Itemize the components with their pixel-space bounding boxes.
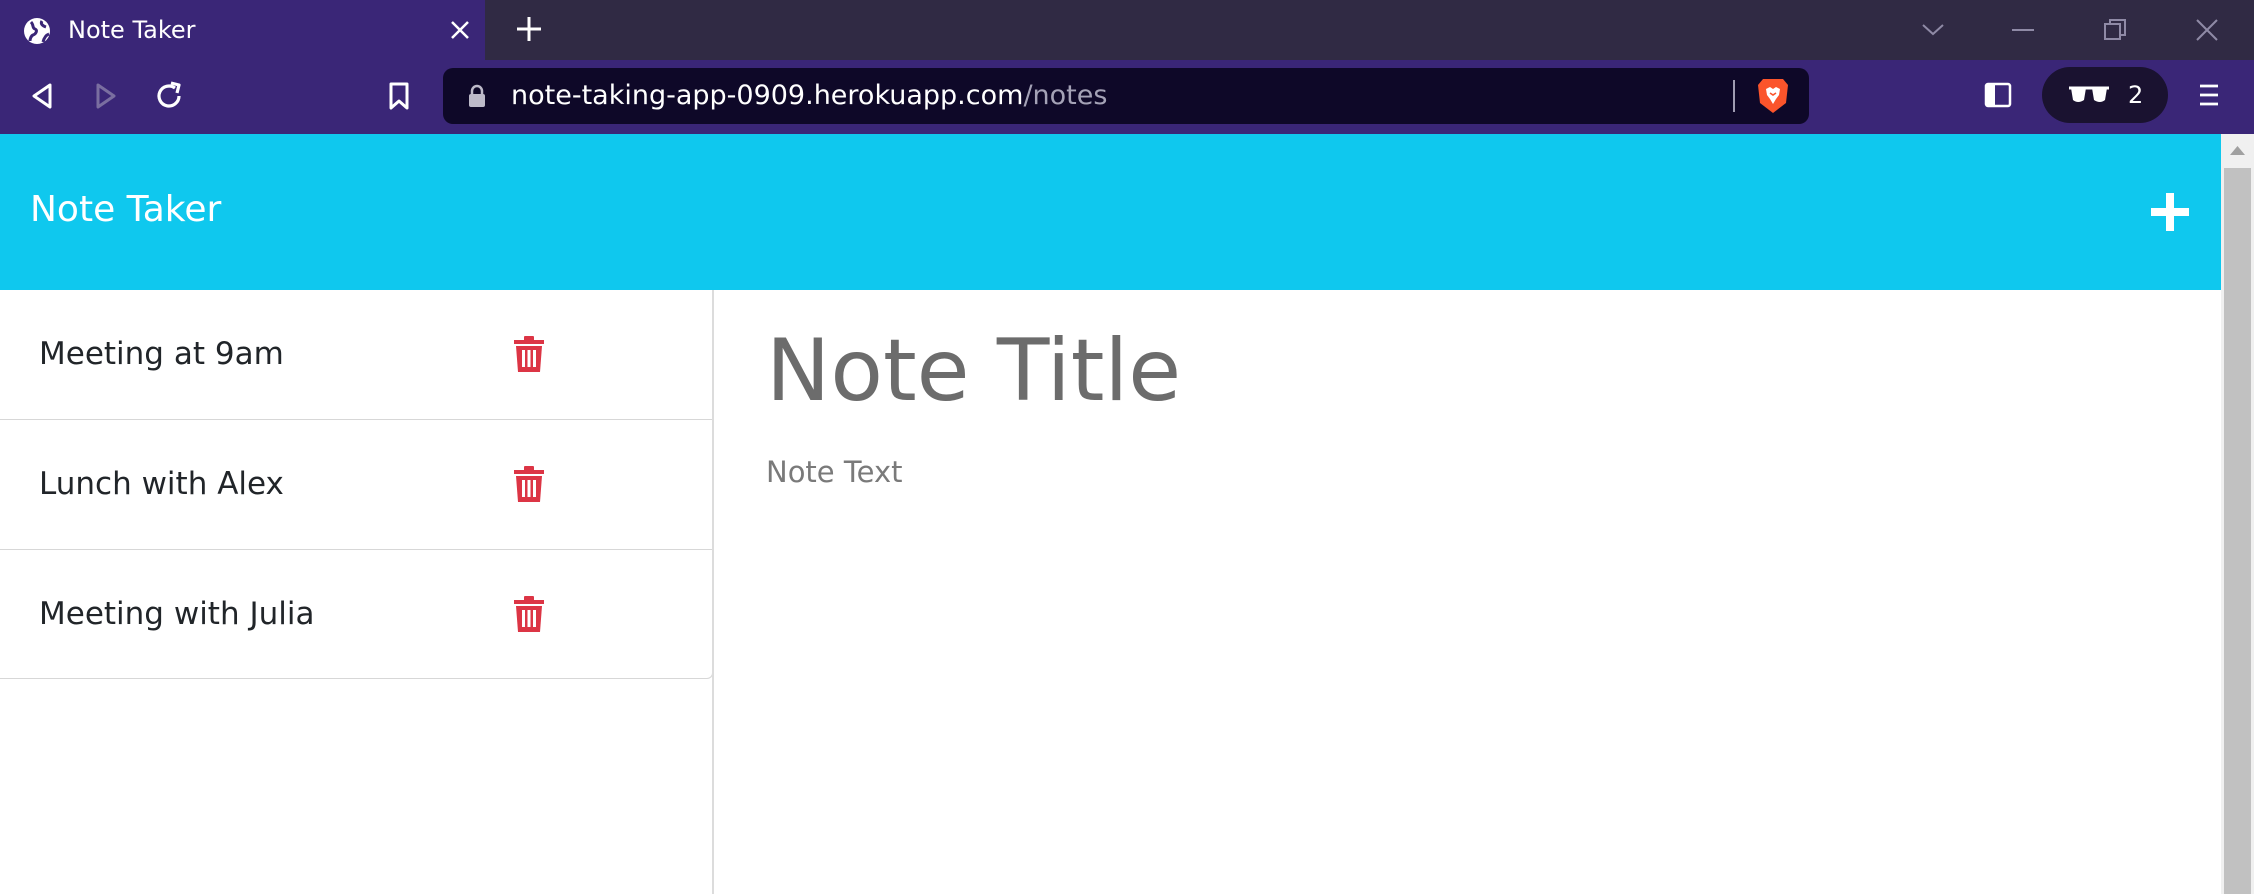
plus-icon[interactable] (2148, 190, 2192, 234)
url-host: note-taking-app-0909.herokuapp.com (511, 80, 1024, 111)
list-item[interactable]: Meeting with Julia (0, 550, 712, 679)
private-window-badge[interactable]: 2 (2042, 67, 2168, 123)
note-list: Meeting at 9am Lunch with Alex Meeting w… (0, 290, 713, 679)
note-text-input[interactable] (766, 452, 2166, 852)
editor-divider (712, 290, 714, 894)
sidebar-toggle-icon[interactable] (1984, 82, 2012, 108)
url-path: /notes (1023, 80, 1108, 111)
address-bar[interactable]: note-taking-app-0909.herokuapp.com/notes (443, 68, 1809, 124)
close-icon[interactable] (448, 18, 472, 42)
globe-icon (24, 18, 50, 44)
tab-title: Note Taker (68, 16, 196, 44)
trash-icon[interactable] (514, 336, 544, 372)
note-title-input[interactable] (766, 316, 2166, 426)
note-title[interactable]: Meeting with Julia (39, 594, 314, 634)
restore-icon[interactable] (2102, 17, 2128, 43)
list-item[interactable]: Lunch with Alex (0, 420, 712, 550)
sunglasses-icon (2069, 86, 2109, 102)
scroll-up-arrow-icon[interactable] (2229, 144, 2246, 156)
menu-icon[interactable] (2198, 82, 2220, 108)
trash-icon[interactable] (514, 596, 544, 632)
browser-tab-active[interactable]: Note Taker (0, 0, 485, 60)
back-icon[interactable] (28, 81, 56, 111)
list-item[interactable]: Meeting at 9am (0, 290, 712, 420)
scrollbar-thumb[interactable] (2224, 168, 2251, 894)
url-text: note-taking-app-0909.herokuapp.com/notes (511, 79, 1107, 113)
note-title[interactable]: Meeting at 9am (39, 334, 284, 374)
reload-icon[interactable] (153, 80, 185, 112)
app-title[interactable]: Note Taker (30, 188, 221, 232)
url-divider (1733, 80, 1735, 112)
private-window-count: 2 (2128, 81, 2144, 109)
browser-tab-strip: Note Taker (0, 0, 2254, 60)
brave-shields-icon[interactable] (1755, 77, 1791, 115)
minimize-icon[interactable] (2010, 18, 2036, 42)
chevron-down-icon[interactable] (1920, 18, 1946, 40)
new-tab-icon[interactable] (514, 14, 544, 44)
note-title[interactable]: Lunch with Alex (39, 464, 284, 504)
trash-icon[interactable] (514, 466, 544, 502)
window-close-icon[interactable] (2194, 17, 2220, 43)
lock-icon[interactable] (467, 84, 487, 108)
app-navbar: Note Taker (0, 134, 2221, 290)
forward-icon[interactable] (92, 81, 120, 111)
page-scrollbar[interactable] (2221, 134, 2254, 894)
bookmark-icon[interactable] (386, 81, 412, 111)
